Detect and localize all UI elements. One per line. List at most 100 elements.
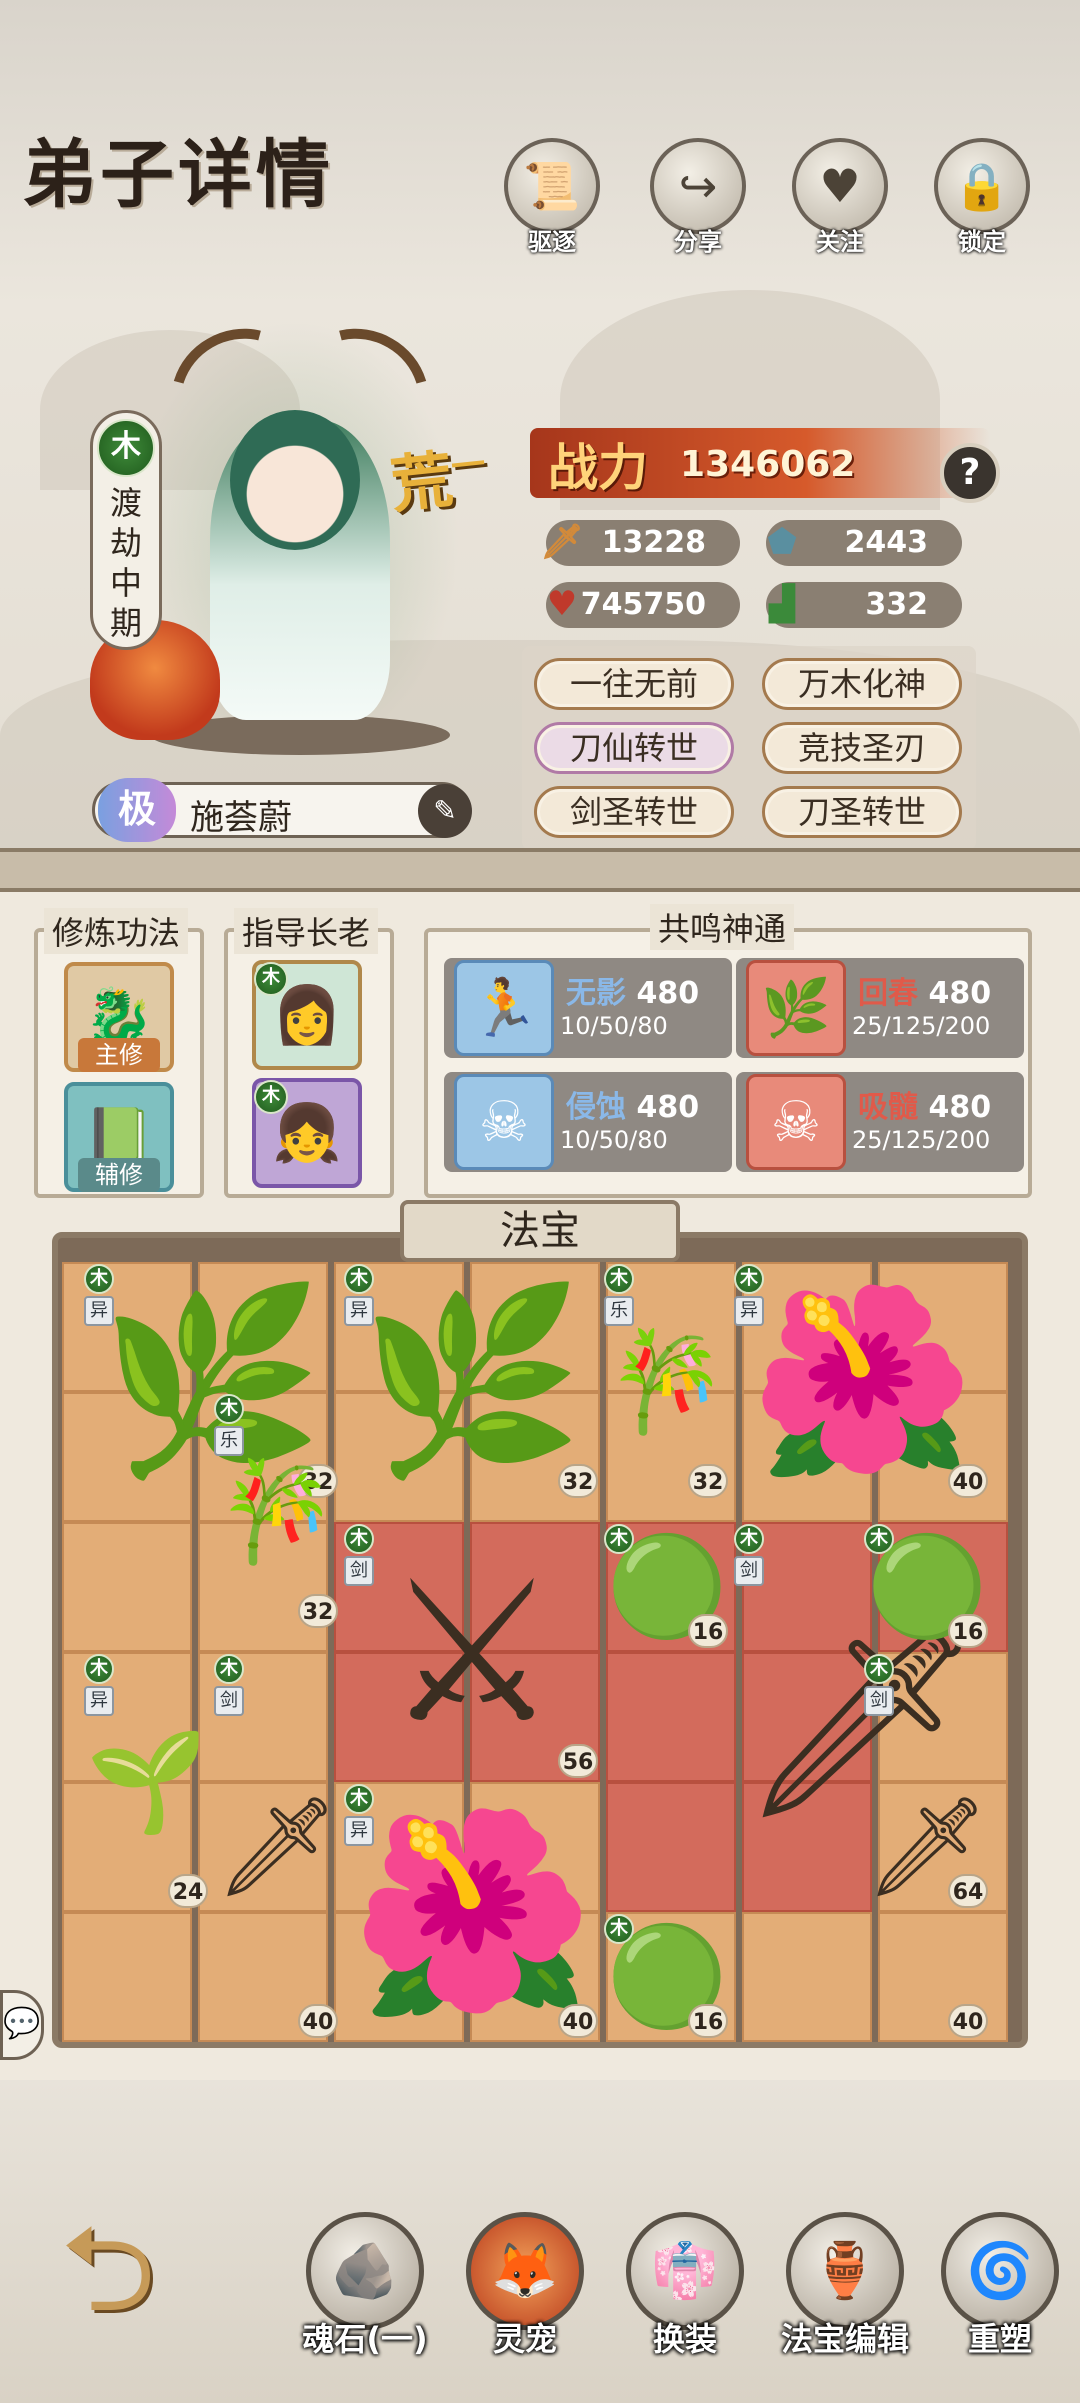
element-badge: 木 [254,1080,288,1114]
item-level: 40 [558,2004,598,2038]
fabao-item-tree-sapling[interactable]: 🌱 木异 24 [82,1652,212,1912]
fabao-item-green-orb[interactable]: 🟢 木 16 [862,1522,992,1652]
attack-value: 13228 [601,525,706,560]
fabao-item-purple-flower[interactable]: 🌺 木异 40 [732,1262,992,1502]
resonance-item[interactable]: ☠ 吸髓 480 25/125/200 [736,1072,1024,1172]
mentor-title: 指导长老 [234,908,379,954]
disciple-name: 施荟蔚 [190,798,292,838]
fabao-item-vine-sword[interactable]: 🗡 木剑 40 [212,1652,342,2042]
reshape-icon: 🌀 [941,2212,1059,2330]
fabao-edit-button[interactable]: 🏺 法宝编辑 [775,2212,915,2360]
shield-icon: ⬟ [767,522,797,562]
resonance-item[interactable]: 🏃 无影 480 10/50/80 [444,958,732,1058]
heart-icon: ♥ [792,138,888,234]
resonance-level: 侵蚀 480 [566,1090,700,1125]
speed-stat: ▟ 332 [766,582,962,628]
grade-mark: 荒一 [387,442,488,522]
element-badge: 木 [604,1264,634,1294]
heart-icon: ♥ [546,584,578,624]
outfit-button[interactable]: 👘 换装 [620,2212,750,2360]
type-badge: 异 [84,1686,114,1716]
fabao-item-twin-swords[interactable]: ⚔ 木剑 56 [342,1522,602,1782]
expel-button[interactable]: 📜 驱逐 [500,138,604,257]
back-arrow-icon[interactable]: ⮌ [60,2210,190,2330]
mentor-slot-2[interactable]: 👧 木 [252,1078,362,1188]
item-level: 56 [558,1744,598,1778]
fabao-item-bamboo-flute[interactable]: 🎋 木乐 32 [602,1262,732,1502]
item-level: 24 [168,1874,208,1908]
shadow-icon: 🏃 [454,960,554,1056]
fabao-item-lotus-leaf[interactable]: 🌿 木异 32 [342,1262,602,1502]
mentor-slot-1[interactable]: 👩 木 [252,960,362,1070]
fabao-item-bamboo-flute[interactable]: 🎋 木乐 32 [212,1392,342,1632]
item-level: 16 [688,1614,728,1648]
skill-tag[interactable]: 一往无前 [534,658,734,710]
page-title: 弟子详情 [22,132,334,218]
resonance-level: 无影 480 [566,976,700,1011]
grid-cell [606,1782,736,1912]
item-level: 40 [298,2004,338,2038]
vine-sword-icon: 🗡 [865,1789,989,1904]
hp-value: 745750 [580,587,706,622]
outfit-label: 换装 [652,2320,717,2358]
element-badge: 木 [604,1914,634,1944]
item-level: 40 [948,1464,988,1498]
expel-label: 驱逐 [528,228,576,256]
skill-tag[interactable]: 刀仙转世 [534,722,734,774]
skill-tag[interactable]: 万木化神 [762,658,962,710]
fabao-item-green-orb[interactable]: 🟢 木 16 [602,1522,732,1652]
main-technique-slot[interactable]: 🐉 主修 [64,962,174,1072]
type-badge: 异 [344,1816,374,1846]
lock-button[interactable]: 🔒 锁定 [930,138,1034,257]
rename-brush-icon[interactable]: ✎ [418,784,472,838]
tree-sapling-icon: 🌱 [86,1724,208,1839]
speed-value: 332 [865,587,928,622]
resonance-sub: 25/125/200 [852,1012,991,1040]
element-badge: 木 [214,1394,244,1424]
sword-icon: 🗡 [540,522,584,562]
fabao-title: 法宝 [400,1200,680,1262]
reshape-button[interactable]: 🌀 重塑 [935,2212,1065,2360]
help-button[interactable]: ? [940,443,1000,503]
follow-label: 关注 [816,228,864,256]
element-badge: 木 [734,1524,764,1554]
bamboo-flute-icon: 🎋 [606,1324,728,1439]
share-button[interactable]: ↪ 分享 [646,138,750,257]
skill-tag[interactable]: 剑圣转世 [534,786,734,838]
outfit-icon: 👘 [626,2212,744,2330]
fabao-edit-label: 法宝编辑 [780,2320,909,2358]
fabao-item-purple-flower[interactable]: 🌺 木异 40 [342,1782,602,2042]
element-badge: 木 [604,1524,634,1554]
spirit-pet-button[interactable]: 🦊 灵宠 [460,2212,590,2360]
type-badge: 剑 [734,1556,764,1586]
resonance-level: 回春 480 [858,976,992,1011]
resonance-title: 共鸣神通 [650,904,795,950]
resonance-sub: 10/50/80 [560,1012,668,1040]
soul-stone-button[interactable]: 🪨 魂石(一) [300,2212,430,2360]
grid-cell [62,1912,192,2042]
fabao-item-green-orb[interactable]: 🟢 木 16 [602,1912,732,2042]
drain-icon: ☠ [746,1074,846,1170]
skill-tag[interactable]: 刀圣转世 [762,786,962,838]
resonance-item[interactable]: 🌿 回春 480 25/125/200 [736,958,1024,1058]
element-badge: 木 [734,1264,764,1294]
resonance-sub: 10/50/80 [560,1126,668,1154]
resonance-item[interactable]: ☠ 侵蚀 480 10/50/80 [444,1072,732,1172]
purple-flower-icon: 🌺 [749,1277,975,1486]
type-badge: 剑 [214,1686,244,1716]
power-label: 战力 [548,438,648,497]
grid-cell [606,1652,736,1782]
main-technique-label: 主修 [78,1038,160,1072]
quality-tag: 极 [98,778,176,842]
resonance-level: 吸髓 480 [858,1090,992,1125]
follow-button[interactable]: ♥ 关注 [788,138,892,257]
lock-label: 锁定 [958,228,1006,256]
skill-tag[interactable]: 竞技圣刃 [762,722,962,774]
element-badge: 木 [254,962,288,996]
aux-technique-slot[interactable]: 📗 辅修 [64,1082,174,1192]
item-level: 16 [688,2004,728,2038]
element-badge: 木 [344,1264,374,1294]
fabao-edit-icon: 🏺 [786,2212,904,2330]
element-badge: 木 [344,1524,374,1554]
fabao-item-vine-sword[interactable]: 🗡 木剑 40 [862,1652,992,2042]
